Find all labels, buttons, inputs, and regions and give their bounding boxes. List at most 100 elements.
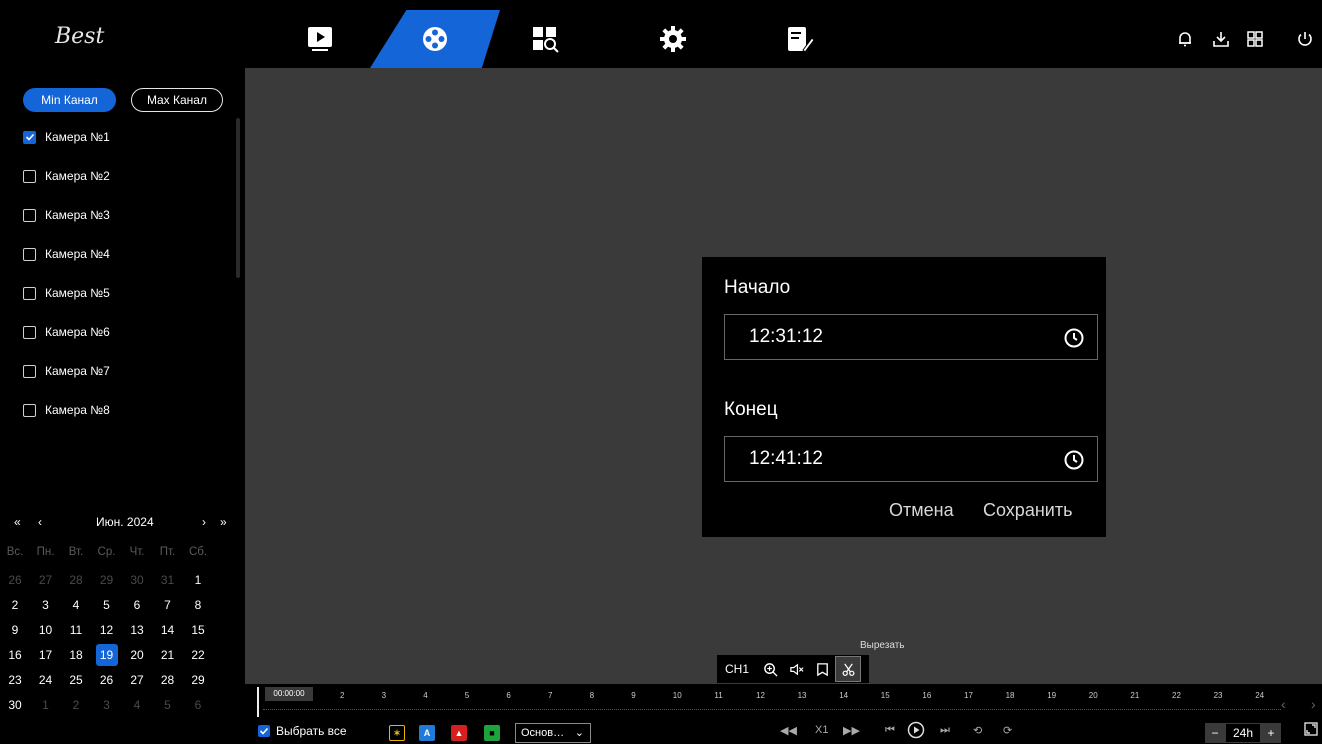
motion-event-filter[interactable]: ✶ <box>389 725 405 741</box>
min-channel-button[interactable]: Min Канал <box>23 88 116 112</box>
calendar-day[interactable]: 2 <box>61 694 91 716</box>
calendar-day[interactable]: 29 <box>183 669 213 691</box>
calendar-day[interactable]: 27 <box>122 669 152 691</box>
calendar-day[interactable]: 25 <box>61 669 91 691</box>
calendar-day[interactable]: 13 <box>122 619 152 641</box>
camera-list-scrollbar[interactable] <box>236 118 240 278</box>
mute-button[interactable] <box>783 656 809 682</box>
timeline-prev-button[interactable]: ‹ <box>1281 696 1286 712</box>
end-time-field[interactable]: 12:41:12 <box>724 436 1098 482</box>
calendar-day[interactable]: 1 <box>183 569 213 591</box>
layout-button[interactable] <box>1242 26 1268 52</box>
camera-item[interactable]: Камера №8 <box>23 400 110 420</box>
calendar-day[interactable]: 26 <box>92 669 122 691</box>
nav-playback[interactable] <box>400 10 470 68</box>
start-time-field[interactable]: 12:31:12 <box>724 314 1098 360</box>
play-button[interactable] <box>907 721 925 742</box>
max-channel-button[interactable]: Max Канал <box>131 88 223 112</box>
calendar-day[interactable]: 26 <box>0 569 30 591</box>
calendar-day[interactable]: 31 <box>153 569 183 591</box>
calendar-day[interactable]: 29 <box>92 569 122 591</box>
nav-maintenance[interactable] <box>765 10 835 68</box>
calendar-day[interactable]: 4 <box>122 694 152 716</box>
zoom-in-button[interactable]: + <box>1261 723 1281 743</box>
cancel-button[interactable]: Отмена <box>889 500 954 521</box>
timeline-cursor[interactable] <box>257 687 259 717</box>
calendar-day[interactable]: 12 <box>92 619 122 641</box>
calendar-day[interactable]: 30 <box>122 569 152 591</box>
checkbox-icon[interactable] <box>23 403 36 417</box>
forward-30s-button[interactable]: ⟳ <box>1003 724 1012 737</box>
calendar-day[interactable]: 8 <box>183 594 213 616</box>
prev-month-button[interactable]: ‹ <box>38 515 42 529</box>
calendar-day[interactable]: 30 <box>0 694 30 716</box>
bookmark-button[interactable] <box>809 656 835 682</box>
next-month-button[interactable]: › <box>202 515 206 529</box>
zoom-button[interactable] <box>757 656 783 682</box>
camera-item[interactable]: Камера №1 <box>23 127 110 147</box>
calendar-day[interactable]: 18 <box>61 644 91 666</box>
calendar-day[interactable]: 3 <box>92 694 122 716</box>
calendar-day-selected[interactable]: 19 <box>95 644 118 666</box>
camera-item[interactable]: Камера №4 <box>23 244 110 264</box>
select-all-checkbox[interactable]: Выбрать все <box>258 724 347 738</box>
calendar-day[interactable]: 16 <box>0 644 30 666</box>
calendar-day[interactable]: 22 <box>183 644 213 666</box>
camera-item[interactable]: Камера №6 <box>23 322 110 342</box>
calendar-day[interactable]: 20 <box>122 644 152 666</box>
prev-year-button[interactable]: « <box>14 515 21 529</box>
fullscreen-button[interactable] <box>1304 722 1318 739</box>
calendar-day[interactable]: 6 <box>122 594 152 616</box>
next-frame-button[interactable]: ⏭ <box>940 724 950 737</box>
video-event-filter[interactable]: ■ <box>484 725 500 741</box>
nav-settings[interactable] <box>638 10 708 68</box>
zoom-out-button[interactable]: − <box>1205 723 1225 743</box>
alarm-event-filter[interactable]: ▲ <box>451 725 467 741</box>
rewind-button[interactable]: ◀◀ <box>780 724 797 737</box>
calendar-day[interactable]: 5 <box>92 594 122 616</box>
calendar-day[interactable]: 28 <box>153 669 183 691</box>
calendar-day[interactable]: 27 <box>31 569 61 591</box>
nav-search[interactable] <box>510 10 580 68</box>
calendar-day[interactable]: 7 <box>153 594 183 616</box>
calendar-day[interactable]: 23 <box>0 669 30 691</box>
checkbox-icon[interactable] <box>23 286 36 300</box>
checkbox-icon[interactable] <box>23 247 36 261</box>
calendar-day[interactable]: 15 <box>183 619 213 641</box>
checkbox-checked-icon[interactable] <box>23 130 36 144</box>
calendar-day[interactable]: 17 <box>31 644 61 666</box>
camera-item[interactable]: Камера №3 <box>23 205 110 225</box>
calendar-day[interactable]: 2 <box>0 594 30 616</box>
checkbox-icon[interactable] <box>23 169 36 183</box>
calendar-day[interactable]: 3 <box>31 594 61 616</box>
downloads-button[interactable] <box>1208 26 1234 52</box>
calendar-day[interactable]: 4 <box>61 594 91 616</box>
ai-event-filter[interactable]: A <box>419 725 435 741</box>
calendar-day[interactable]: 9 <box>0 619 30 641</box>
cut-button[interactable] <box>835 656 862 682</box>
calendar-day[interactable]: 21 <box>153 644 183 666</box>
clock-icon[interactable] <box>1063 449 1085 471</box>
fast-forward-button[interactable]: ▶▶ <box>843 724 860 737</box>
power-button[interactable] <box>1292 26 1318 52</box>
calendar-day[interactable]: 24 <box>31 669 61 691</box>
checkbox-icon[interactable] <box>23 325 36 339</box>
checkbox-icon[interactable] <box>23 208 36 222</box>
next-year-button[interactable]: » <box>220 515 227 529</box>
calendar-day[interactable]: 11 <box>61 619 91 641</box>
calendar-day[interactable]: 14 <box>153 619 183 641</box>
calendar-day[interactable]: 10 <box>31 619 61 641</box>
back-30s-button[interactable]: ⟲ <box>973 724 982 737</box>
calendar-day[interactable]: 5 <box>153 694 183 716</box>
camera-item[interactable]: Камера №5 <box>23 283 110 303</box>
prev-frame-button[interactable]: ⏮ <box>885 724 895 737</box>
stream-select[interactable]: Основ… ⌄ <box>515 723 591 743</box>
calendar-day[interactable]: 6 <box>183 694 213 716</box>
camera-item[interactable]: Камера №7 <box>23 361 110 381</box>
timeline[interactable]: 00:00:00 2 3 4 5 6 7 8 9 10 11 12 13 14 15 16 17 18 19 20 2… <box>245 684 1322 720</box>
clock-icon[interactable] <box>1063 327 1085 349</box>
save-button[interactable]: Сохранить <box>983 500 1072 521</box>
camera-item[interactable]: Камера №2 <box>23 166 110 186</box>
timeline-next-button[interactable]: › <box>1311 696 1316 712</box>
nav-live-view[interactable] <box>285 10 355 68</box>
